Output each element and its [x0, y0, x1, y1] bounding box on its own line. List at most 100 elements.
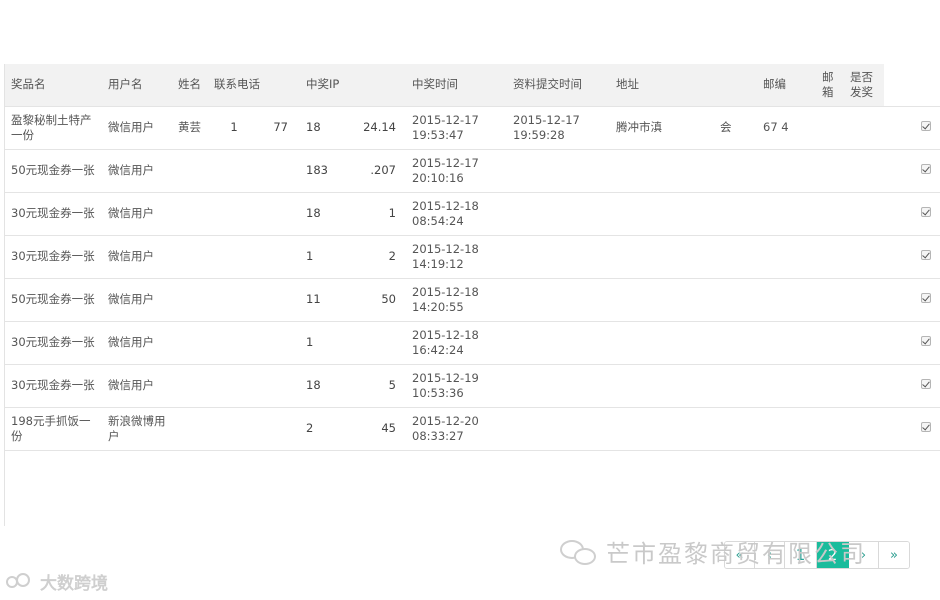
- cell-awarded-spacer: [844, 277, 884, 321]
- ip-part-a: 18: [306, 206, 321, 220]
- cell-user: 微信用户: [102, 320, 172, 364]
- phone-part-a: 1: [230, 120, 238, 134]
- awarded-checkbox[interactable]: [921, 164, 931, 174]
- cell-submit-time: 2015-12-17 19:59:28: [507, 105, 610, 149]
- col-header-submit-time[interactable]: 资料提交时间: [507, 64, 610, 106]
- cell-prize: 30元现金券一张: [5, 320, 102, 364]
- cell-prize: 盈黎秘制土特产一份: [5, 105, 102, 149]
- site-logo-watermark: 大数跨境: [6, 569, 108, 594]
- cell-email: [816, 320, 844, 364]
- cell-submit-time: [507, 234, 610, 278]
- cell-email: [816, 191, 844, 235]
- cell-win-time: 2015-12-18 08:54:24: [406, 191, 507, 235]
- cell-zip: 67 4: [757, 105, 816, 149]
- cell-email: [816, 406, 844, 451]
- cell-name: 黄芸: [172, 105, 208, 149]
- col-header-ip[interactable]: 中奖IP: [300, 64, 406, 106]
- cell-user: 新浪微博用户: [102, 406, 172, 451]
- table-row: 50元现金券一张 微信用户 11 50 2015-12-18 14:20:55: [5, 277, 940, 321]
- ip-part-a: 183: [306, 163, 328, 177]
- cell-phone: [208, 406, 300, 451]
- cell-awarded: [884, 363, 940, 407]
- cell-phone: [208, 363, 300, 407]
- cell-address: [610, 363, 757, 407]
- col-header-phone[interactable]: 联系电话: [208, 64, 300, 106]
- cell-zip: [757, 277, 816, 321]
- col-header-awarded[interactable]: 是否发奖: [844, 64, 884, 106]
- cell-name: [172, 148, 208, 192]
- awarded-checkbox[interactable]: [921, 250, 931, 260]
- awarded-checkbox[interactable]: [921, 336, 931, 346]
- cell-win-time: 2015-12-17 19:53:47: [406, 105, 507, 149]
- cell-prize: 30元现金券一张: [5, 234, 102, 278]
- cell-ip: 18 5: [300, 363, 406, 407]
- cell-name: [172, 406, 208, 451]
- cell-awarded-spacer: [844, 234, 884, 278]
- cell-awarded-spacer: [844, 191, 884, 235]
- brand-logo-icon: [6, 572, 36, 591]
- ip-part-b: 5: [388, 378, 396, 392]
- awarded-checkbox[interactable]: [921, 379, 931, 389]
- cell-awarded: [884, 277, 940, 321]
- cell-prize: 30元现金券一张: [5, 363, 102, 407]
- address-part-a: 腾冲市滇: [616, 120, 662, 134]
- cell-awarded-spacer: [844, 363, 884, 407]
- cell-prize: 50元现金券一张: [5, 277, 102, 321]
- last-page-button[interactable]: »: [879, 542, 909, 568]
- awarded-checkbox[interactable]: [921, 293, 931, 303]
- cell-name: [172, 234, 208, 278]
- wechat-icon: [560, 538, 600, 566]
- cell-address: 腾冲市滇 会: [610, 105, 757, 149]
- phone-part-b: 77: [273, 120, 288, 134]
- cell-ip: 18 1: [300, 191, 406, 235]
- cell-zip: [757, 148, 816, 192]
- cell-awarded: [884, 234, 940, 278]
- table-row: 198元手抓饭一份 新浪微博用户 2 45 2015-12-20 08:33:27: [5, 406, 940, 451]
- cell-awarded-spacer: [844, 148, 884, 192]
- awarded-checkbox[interactable]: [921, 121, 931, 131]
- cell-win-time: 2015-12-18 14:19:12: [406, 234, 507, 278]
- col-header-email[interactable]: 邮箱: [816, 64, 844, 106]
- table-row: 30元现金券一张 微信用户 18 1 2015-12-18 08:54:24: [5, 191, 940, 235]
- cell-address: [610, 191, 757, 235]
- cell-zip: [757, 363, 816, 407]
- cell-ip: 18 24.14: [300, 105, 406, 149]
- company-name: 芒市盈黎商贸有限公司: [606, 540, 866, 568]
- cell-zip: [757, 320, 816, 364]
- cell-ip: 2 45: [300, 406, 406, 451]
- col-header-zip[interactable]: 邮编: [757, 64, 816, 106]
- cell-awarded-spacer: [844, 105, 884, 149]
- col-header-prize[interactable]: 奖品名: [5, 64, 102, 106]
- company-watermark: 芒市盈黎商贸有限公司: [560, 534, 866, 569]
- cell-address: [610, 277, 757, 321]
- cell-phone: [208, 148, 300, 192]
- cell-zip: [757, 234, 816, 278]
- cell-win-time: 2015-12-18 16:42:24: [406, 320, 507, 364]
- col-header-user[interactable]: 用户名: [102, 64, 172, 106]
- cell-ip: 11 50: [300, 277, 406, 321]
- cell-submit-time: [507, 277, 610, 321]
- ip-part-a: 18: [306, 120, 321, 134]
- col-header-win-time[interactable]: 中奖时间: [406, 64, 507, 106]
- cell-prize: 198元手抓饭一份: [5, 406, 102, 451]
- awarded-checkbox[interactable]: [921, 207, 931, 217]
- cell-submit-time: [507, 320, 610, 364]
- col-header-address[interactable]: 地址: [610, 64, 757, 106]
- cell-awarded: [884, 148, 940, 192]
- cell-user: 微信用户: [102, 277, 172, 321]
- cell-awarded: [884, 320, 940, 364]
- col-header-name[interactable]: 姓名: [172, 64, 208, 106]
- cell-win-time: 2015-12-17 20:10:16: [406, 148, 507, 192]
- cell-email: [816, 148, 844, 192]
- cell-zip: [757, 191, 816, 235]
- cell-name: [172, 320, 208, 364]
- cell-win-time: 2015-12-18 14:20:55: [406, 277, 507, 321]
- ip-part-a: 1: [306, 249, 314, 263]
- awarded-checkbox[interactable]: [921, 422, 931, 432]
- ip-part-a: 2: [306, 421, 314, 435]
- cell-name: [172, 363, 208, 407]
- cell-submit-time: [507, 406, 610, 451]
- ip-part-a: 11: [306, 292, 321, 306]
- cell-ip: 1: [300, 320, 406, 364]
- cell-submit-time: [507, 148, 610, 192]
